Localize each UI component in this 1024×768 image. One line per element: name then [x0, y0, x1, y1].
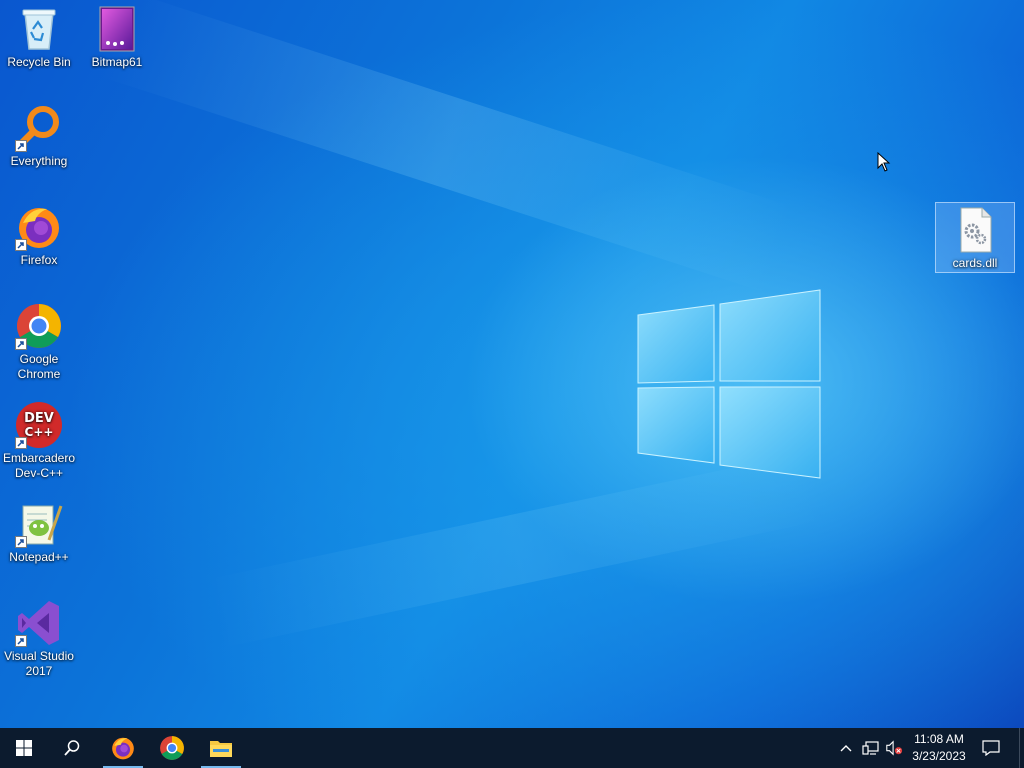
network-icon [862, 741, 879, 755]
taskbar-firefox-button[interactable] [103, 728, 143, 768]
tray-volume-button[interactable] [885, 739, 903, 757]
notepadpp-icon [15, 500, 63, 548]
bitmap-image-icon [93, 5, 141, 53]
desktop-icon-label: Bitmap61 [91, 55, 143, 69]
desktop-icon-everything[interactable]: Everything [0, 104, 78, 169]
everything-search-icon [15, 104, 63, 152]
shortcut-arrow-icon [15, 437, 27, 449]
volume-muted-icon [886, 740, 903, 756]
dll-file-icon [951, 206, 999, 254]
desktop-icon-label: Notepad++ [9, 550, 69, 564]
clock-time: 11:08 AM [914, 732, 964, 746]
action-center-button[interactable] [982, 739, 1000, 757]
chrome-icon [160, 736, 184, 760]
start-button[interactable] [4, 728, 44, 768]
desktop-icon-bitmap61[interactable]: Bitmap61 [78, 5, 156, 70]
wallpaper-windows-logo [637, 289, 821, 479]
desktop-icon-label: Everything [10, 154, 68, 168]
firefox-icon [15, 203, 63, 251]
mouse-cursor-icon [877, 152, 891, 172]
chevron-up-icon [840, 745, 852, 752]
notification-icon [982, 740, 1000, 756]
search-button[interactable] [52, 728, 92, 768]
windows-logo-icon [16, 740, 32, 756]
folder-icon [210, 741, 232, 757]
clock-date: 3/23/2023 [912, 749, 966, 763]
taskbar-chrome-button[interactable] [152, 728, 192, 768]
shortcut-arrow-icon [15, 239, 27, 251]
firefox-icon [112, 737, 134, 760]
desktop[interactable]: Recycle Bin Bitmap61 Everything Firefox … [0, 0, 1024, 728]
desktop-icon-label: Firefox [20, 253, 58, 267]
desktop-icon-label: Visual Studio 2017 [4, 649, 74, 678]
desktop-icon-recycle-bin[interactable]: Recycle Bin [0, 5, 78, 70]
desktop-icon-embarcadero-devcpp[interactable]: DEV C++ Embarcadero Dev-C++ [0, 401, 78, 481]
recycle-bin-icon [15, 5, 63, 53]
svg-text:C++: C++ [25, 425, 54, 439]
desktop-icon-cards-dll[interactable]: cards.dll [935, 202, 1015, 273]
chrome-icon [15, 302, 63, 350]
svg-text:DEV: DEV [24, 411, 54, 426]
taskbar: 11:08 AM 3/23/2023 [0, 728, 1024, 768]
desktop-icon-label: Recycle Bin [7, 55, 71, 69]
desktop-icon-visual-studio[interactable]: Visual Studio 2017 [0, 599, 78, 679]
shortcut-arrow-icon [15, 338, 27, 350]
desktop-icon-google-chrome[interactable]: Google Chrome [0, 302, 78, 382]
desktop-icon-label: Google Chrome [17, 352, 61, 381]
devcpp-icon: DEV C++ [15, 401, 63, 449]
desktop-icon-notepadpp[interactable]: Notepad++ [0, 500, 78, 565]
search-icon [64, 740, 80, 756]
wallpaper-beam [100, 0, 794, 293]
shortcut-arrow-icon [15, 536, 27, 548]
show-desktop-button[interactable] [1019, 728, 1024, 768]
tray-network-button[interactable] [862, 739, 880, 757]
taskbar-clock[interactable]: 11:08 AM 3/23/2023 [904, 731, 974, 765]
visual-studio-icon [15, 599, 63, 647]
shortcut-arrow-icon [15, 635, 27, 647]
desktop-icon-label: Embarcadero Dev-C++ [2, 451, 76, 480]
desktop-icon-label: cards.dll [952, 256, 998, 270]
shortcut-arrow-icon [15, 140, 27, 152]
taskbar-file-explorer-button[interactable] [201, 728, 241, 768]
desktop-icon-firefox[interactable]: Firefox [0, 203, 78, 268]
tray-overflow-button[interactable] [837, 739, 855, 757]
